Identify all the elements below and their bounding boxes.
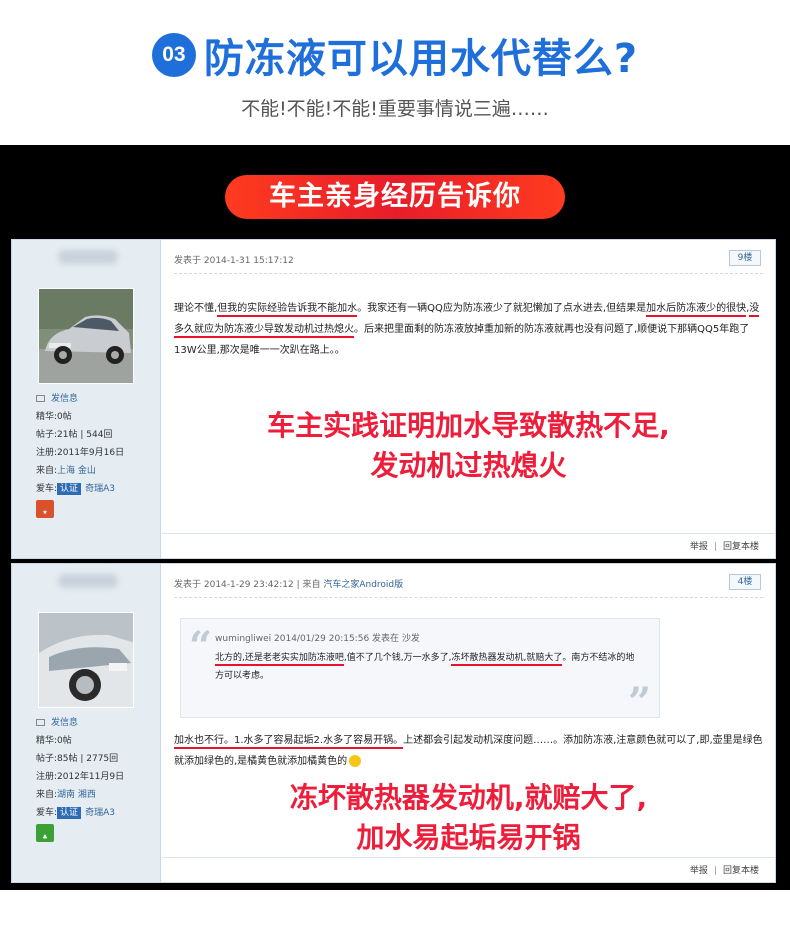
underlined-text: 北方的,还是老老实实加防冻液吧 — [215, 653, 344, 666]
avatar[interactable] — [38, 612, 134, 708]
car-photo-icon — [39, 613, 133, 707]
underlined-text: 但我的实际经验告诉我不能加水 — [217, 303, 358, 317]
post-count: 帖子:85帖 | 2775回 — [36, 754, 119, 764]
medal-green-icon: ♣ — [36, 824, 54, 842]
car-photo-icon — [39, 289, 133, 383]
post-time: 发表于 2014-1-29 23:42:12 | 来自 汽车之家Android版 — [174, 580, 404, 590]
floor-badge[interactable]: 9楼 — [729, 250, 761, 266]
location-link[interactable]: 湖南 湘西 — [57, 790, 96, 800]
post-content: 发表于 2014-1-29 23:42:12 | 来自 汽车之家Android版… — [162, 564, 775, 882]
post-body: 理论不懂,但我的实际经验告诉我不能加水。我家还有一辆QQ应为防冻液少了就犯懒加了… — [174, 303, 760, 356]
callout-text: 冻坏散热器发动机,就赔大了, 加水易起垢易开锅 — [289, 781, 648, 854]
post-footer: 举报 | 回复本楼 — [689, 866, 759, 876]
quote-header: wumingliwei 2014/01/29 20:15:56 发表在 沙发 — [215, 634, 420, 644]
source-link[interactable]: 汽车之家Android版 — [323, 580, 403, 590]
user-info: 发信息 精华:0帖 帖子:21帖 | 544回 注册:2011年9月16日 来自… — [36, 390, 124, 498]
post-time: 发表于 2014-1-31 15:17:12 — [174, 256, 294, 266]
underlined-text: 冻坏散热器发动机,就赔大了 — [451, 653, 563, 666]
send-message-link[interactable]: 发信息 — [36, 390, 124, 408]
forum-post: 发信息 精华:0帖 帖子:21帖 | 544回 注册:2011年9月16日 来自… — [11, 239, 776, 559]
open-quote-icon: “ — [189, 623, 213, 670]
callout-text: 车主实践证明加水导致散热不足, 发动机过热熄火 — [267, 409, 670, 482]
car-model-link[interactable]: 奇瑞A3 — [85, 484, 115, 494]
quote-body: 北方的,还是老老实实加防冻液吧,值不了几个钱,万一水多了,冻坏散热器发动机,就赔… — [215, 653, 635, 681]
underlined-text: 加水也不行。1.水多了容易起垢2.水多了容易开锅。 — [174, 735, 404, 749]
post-content: 发表于 2014-1-31 15:17:12 9楼 理论不懂,但我的实际经验告诉… — [162, 240, 775, 558]
location: 来自:上海 金山 — [36, 466, 96, 476]
user-sidebar: 发信息 精华:0帖 帖子:21帖 | 544回 注册:2011年9月16日 来自… — [12, 240, 161, 558]
user-sidebar: 发信息 精华:0帖 帖子:85帖 | 2775回 注册:2012年11月9日 来… — [12, 564, 161, 882]
divider — [174, 273, 763, 274]
username-blurred — [58, 574, 118, 588]
post-footer: 举报 | 回复本楼 — [689, 542, 759, 552]
register-date: 注册:2012年11月9日 — [36, 772, 125, 782]
reply-link[interactable]: 回复本楼 — [723, 866, 759, 876]
page-bottom — [0, 890, 790, 930]
page-subtitle: 不能!不能!不能!重要事情说三遍…… — [241, 98, 549, 120]
car-info: 爱车: 认证 奇瑞A3 — [36, 483, 115, 495]
report-link[interactable]: 举报 — [690, 542, 708, 552]
footer-divider — [162, 857, 775, 858]
floor-badge[interactable]: 4楼 — [729, 574, 761, 590]
cert-badge: 认证 — [57, 483, 82, 495]
testimonial-panel: 车主亲身经历告诉你 发信息 精华:0帖 帖子:21帖 | 544回 注册:201… — [0, 145, 790, 890]
footer-divider — [162, 533, 775, 534]
section-number-badge: 03 — [151, 33, 196, 77]
user-info: 发信息 精华:0帖 帖子:85帖 | 2775回 注册:2012年11月9日 来… — [36, 714, 124, 822]
avatar[interactable] — [38, 288, 134, 384]
smiley-icon — [349, 755, 362, 767]
location: 来自:湖南 湘西 — [36, 790, 96, 800]
quote-block: “ ” wumingliwei 2014/01/29 20:15:56 发表在 … — [180, 618, 660, 723]
title-row: 03 防冻液可以用水代替么? — [0, 26, 790, 84]
username-blurred — [58, 250, 118, 264]
envelope-icon — [36, 395, 45, 402]
header: 03 防冻液可以用水代替么? 不能!不能!不能!重要事情说三遍…… — [0, 0, 790, 145]
car-info: 爱车: 认证 奇瑞A3 — [36, 807, 115, 819]
divider — [174, 597, 763, 598]
elite-count: 精华:0帖 — [36, 736, 72, 746]
cert-badge: 认证 — [57, 807, 82, 819]
reply-link[interactable]: 回复本楼 — [723, 542, 759, 552]
banner-pill: 车主亲身经历告诉你 — [225, 175, 565, 219]
report-link[interactable]: 举报 — [690, 866, 708, 876]
envelope-icon — [36, 719, 45, 726]
post-count: 帖子:21帖 | 544回 — [36, 430, 113, 440]
medal-red-icon: ★ — [36, 500, 54, 518]
register-date: 注册:2011年9月16日 — [36, 448, 125, 458]
post-body: 加水也不行。1.水多了容易起垢2.水多了容易开锅。上述都会引起发动机深度问题……… — [174, 735, 763, 767]
page-title: 防冻液可以用水代替么? — [203, 36, 639, 82]
underlined-text: 加水后防冻液少的很快 — [646, 303, 747, 317]
car-model-link[interactable]: 奇瑞A3 — [85, 808, 115, 818]
send-message-link[interactable]: 发信息 — [36, 714, 124, 732]
forum-post: 发信息 精华:0帖 帖子:85帖 | 2775回 注册:2012年11月9日 来… — [11, 563, 776, 883]
close-quote-icon: ” — [627, 679, 651, 726]
location-link[interactable]: 上海 金山 — [57, 466, 96, 476]
elite-count: 精华:0帖 — [36, 412, 72, 422]
